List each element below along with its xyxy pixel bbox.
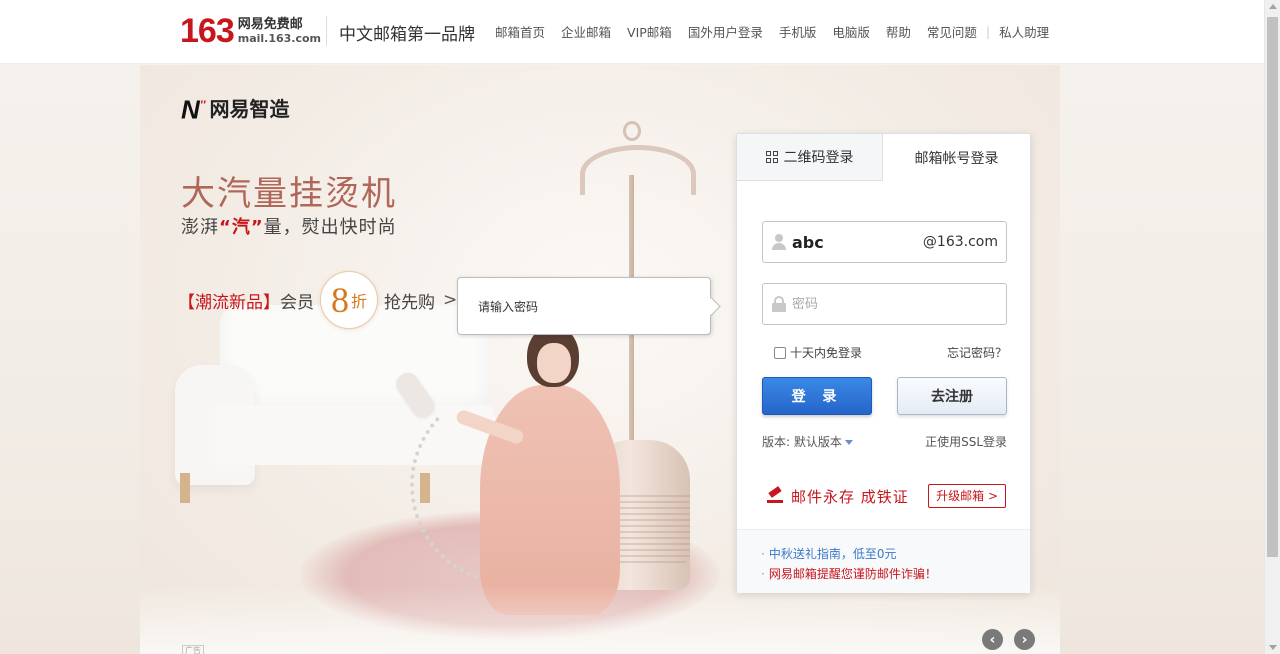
ad-subtitle-post: 量，熨出快时尚 bbox=[263, 217, 397, 238]
login-tabs: 二维码登录 邮箱帐号登录 bbox=[737, 134, 1030, 181]
brand-name: 网易智造 bbox=[209, 96, 290, 121]
upgrade-promo: 邮件永存 成铁证 升级邮箱 > bbox=[766, 484, 1006, 508]
tab-qr-login[interactable]: 二维码登录 bbox=[737, 134, 883, 181]
username-input[interactable] bbox=[792, 222, 922, 262]
discount-number: 8 bbox=[330, 280, 349, 320]
tab-qr-label: 二维码登录 bbox=[783, 150, 854, 166]
nav-mail-home[interactable]: 邮箱首页 bbox=[495, 22, 545, 41]
ad-subtitle: 澎湃“汽”量，熨出快时尚 bbox=[181, 213, 397, 239]
brand-mark: N'' bbox=[181, 92, 206, 123]
version-selector[interactable]: 版本: 默认版本 bbox=[762, 433, 853, 450]
nav-vip-mail[interactable]: VIP邮箱 bbox=[627, 22, 672, 41]
sofa-leg bbox=[180, 473, 190, 503]
promo-text: 邮件永存 成铁证 bbox=[791, 487, 909, 506]
logo-divider bbox=[326, 16, 327, 46]
tab-account-label: 邮箱帐号登录 bbox=[914, 150, 999, 167]
login-button[interactable]: 登 录 bbox=[762, 377, 872, 415]
qr-code-icon bbox=[765, 151, 778, 163]
notice-text: 中秋送礼指南，低至0元 bbox=[768, 547, 897, 561]
register-button[interactable]: 去注册 bbox=[897, 377, 1007, 415]
page-scrollbar[interactable] bbox=[1264, 0, 1280, 654]
logo-text: 网易免费邮 mail.163.com bbox=[238, 17, 321, 45]
nav-overseas-login[interactable]: 国外用户登录 bbox=[688, 22, 763, 41]
password-field[interactable] bbox=[762, 283, 1007, 325]
carousel-prev-button[interactable]: ‹ bbox=[982, 629, 1003, 650]
user-icon bbox=[772, 234, 786, 250]
notice-item[interactable]: · 网易邮箱提醒您谨防邮件诈骗！ bbox=[761, 564, 1030, 584]
login-options: 十天内免登录 忘记密码？ bbox=[774, 344, 1007, 361]
upgrade-label: 升级邮箱 bbox=[936, 489, 985, 503]
nav-separator: | bbox=[985, 24, 991, 39]
ad-subtitle-highlight: “汽” bbox=[219, 217, 264, 238]
upgrade-mailbox-button[interactable]: 升级邮箱 > bbox=[928, 484, 1006, 508]
brand-mark-accent: '' bbox=[199, 98, 206, 112]
floor-fade bbox=[140, 585, 1060, 654]
discount-badge: 8 折 bbox=[320, 271, 378, 329]
tab-account-login[interactable]: 邮箱帐号登录 bbox=[883, 134, 1030, 181]
promo-member: 会员 bbox=[280, 292, 314, 313]
model-dress bbox=[480, 385, 620, 615]
nav-enterprise-mail[interactable]: 企业邮箱 bbox=[561, 22, 611, 41]
notice-item[interactable]: · 中秋送礼指南，低至0元 bbox=[761, 544, 1030, 564]
netease-zhizao-logo[interactable]: N'' 网易智造 bbox=[181, 92, 290, 123]
notices: · 中秋送礼指南，低至0元 · 网易邮箱提醒您谨防邮件诈骗！ bbox=[737, 529, 1030, 593]
gavel-icon bbox=[766, 488, 784, 504]
forgot-password-link[interactable]: 忘记密码？ bbox=[947, 344, 1007, 361]
chevron-right-icon: › bbox=[1021, 631, 1028, 648]
password-input[interactable] bbox=[792, 284, 992, 324]
logo-number: 163 bbox=[180, 12, 235, 50]
scroll-thumb[interactable] bbox=[1267, 17, 1278, 557]
top-nav: 邮箱首页 企业邮箱 VIP邮箱 国外用户登录 手机版 电脑版 帮助 常见问题 |… bbox=[495, 22, 1065, 41]
ad-title: 大汽量挂烫机 bbox=[181, 174, 397, 214]
ad-promo-link[interactable]: 【潮流新品】 会员 8 折 抢先购 > bbox=[178, 271, 457, 329]
hanger-hook bbox=[623, 121, 641, 141]
logo-cn: 网易免费邮 bbox=[237, 17, 303, 32]
remember-label[interactable]: 十天内免登录 bbox=[790, 344, 862, 361]
scroll-up-icon[interactable] bbox=[1269, 4, 1277, 9]
remember-checkbox[interactable] bbox=[774, 346, 786, 359]
scroll-down-icon[interactable] bbox=[1269, 645, 1277, 650]
hanger-illustration bbox=[580, 145, 696, 195]
username-field[interactable]: @163.com bbox=[762, 221, 1007, 263]
ssl-login-toggle[interactable]: 正使用SSL登录 bbox=[925, 433, 1007, 450]
nav-help[interactable]: 帮助 bbox=[886, 22, 911, 41]
version-label: 版本: 默认版本 bbox=[762, 435, 842, 449]
hero-banner[interactable] bbox=[0, 65, 1264, 654]
nav-mobile[interactable]: 手机版 bbox=[779, 22, 817, 41]
chevron-right-icon: > bbox=[987, 489, 998, 503]
model-illustration bbox=[454, 325, 620, 625]
logo-domain: mail.163.com bbox=[237, 32, 322, 45]
bullet-icon: · bbox=[761, 567, 765, 581]
version-row: 版本: 默认版本 正使用SSL登录 bbox=[762, 433, 1007, 450]
ad-subtitle-pre: 澎湃 bbox=[181, 217, 219, 238]
slogan: 中文邮箱第一品牌 bbox=[339, 25, 475, 45]
nav-faq[interactable]: 常见问题 bbox=[927, 22, 977, 41]
ad-label: 广告 bbox=[182, 645, 204, 654]
163-logo[interactable]: 163 网易免费邮 mail.163.com bbox=[180, 14, 321, 48]
nav-desktop[interactable]: 电脑版 bbox=[832, 22, 870, 41]
nav-personal-assistant[interactable]: 私人助理 bbox=[999, 22, 1049, 41]
lock-icon bbox=[772, 296, 786, 312]
top-header: 163 网易免费邮 mail.163.com 中文邮箱第一品牌 邮箱首页 企业邮… bbox=[0, 0, 1264, 64]
login-panel: 二维码登录 邮箱帐号登录 @163.com 十天内免登录 忘记密码？ 登 录 去… bbox=[736, 133, 1031, 593]
promo-action: 抢先购 bbox=[384, 292, 435, 313]
chevron-right-icon: > bbox=[443, 290, 458, 310]
model-face bbox=[537, 343, 571, 383]
bullet-icon: · bbox=[761, 547, 765, 561]
carousel-next-button[interactable]: › bbox=[1014, 629, 1035, 650]
promo-tag: 【潮流新品】 bbox=[178, 292, 280, 313]
password-tooltip: 请输入密码 bbox=[457, 277, 711, 335]
brand-mark-letter: N bbox=[181, 94, 200, 125]
discount-unit: 折 bbox=[350, 292, 367, 311]
domain-suffix: @163.com bbox=[922, 234, 998, 250]
notice-text: 网易邮箱提醒您谨防邮件诈骗！ bbox=[768, 567, 937, 581]
chevron-left-icon: ‹ bbox=[989, 631, 996, 648]
caret-down-icon bbox=[844, 440, 853, 445]
